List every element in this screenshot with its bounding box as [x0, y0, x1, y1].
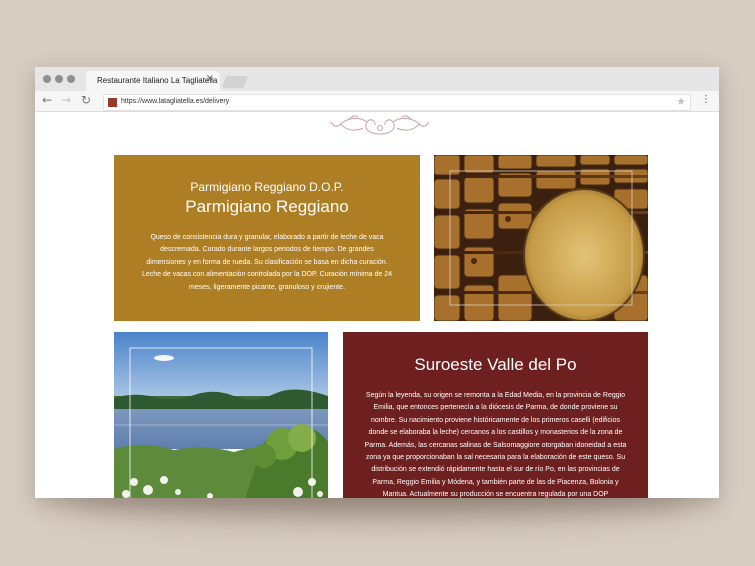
back-icon[interactable]: ←	[42, 94, 52, 106]
tab-bar: Restaurante Italiano La Tagliatella ×	[35, 67, 719, 91]
cheese-wheels-photo	[434, 155, 648, 321]
card-title: Parmigiano Reggiano	[185, 197, 349, 216]
parmigiano-card: Parmigiano Reggiano D.O.P. Parmigiano Re…	[114, 155, 420, 321]
river-landscape-photo	[114, 332, 328, 498]
page-content: Parmigiano Reggiano D.O.P. Parmigiano Re…	[35, 112, 719, 498]
window-close-dot[interactable]	[43, 75, 51, 83]
browser-toolbar: ← → ↻ https://www.latagliatella.es/deliv…	[35, 91, 719, 112]
site-favicon-icon	[108, 98, 117, 107]
region-title: Suroeste Valle del Po	[414, 355, 577, 374]
window-minimize-dot[interactable]	[55, 75, 63, 83]
reload-icon[interactable]: ↻	[81, 94, 91, 106]
window-maximize-dot[interactable]	[67, 75, 75, 83]
region-description: Según la leyenda, su origen se remonta a…	[364, 392, 627, 498]
new-tab-button[interactable]	[221, 76, 249, 88]
browser-window: Restaurante Italiano La Tagliatella × ← …	[35, 67, 719, 498]
region-card: Suroeste Valle del Po Según la leyenda, …	[343, 332, 648, 498]
card-description: Queso de consistencia dura y granular, e…	[141, 234, 393, 291]
decorative-ornament-icon	[330, 115, 430, 135]
card-subtitle: Parmigiano Reggiano D.O.P.	[190, 180, 344, 194]
menu-icon[interactable]: ⋮	[701, 95, 711, 105]
browser-tab[interactable]: Restaurante Italiano La Tagliatella ×	[86, 71, 220, 91]
url-text: https://www.latagliatella.es/delivery	[121, 98, 230, 105]
close-icon[interactable]: ×	[206, 74, 214, 84]
forward-icon[interactable]: →	[61, 94, 71, 106]
bookmark-star-icon[interactable]: ★	[676, 96, 686, 107]
tab-title: Restaurante Italiano La Tagliatella	[97, 76, 218, 85]
address-bar[interactable]: https://www.latagliatella.es/delivery ★	[103, 94, 691, 111]
